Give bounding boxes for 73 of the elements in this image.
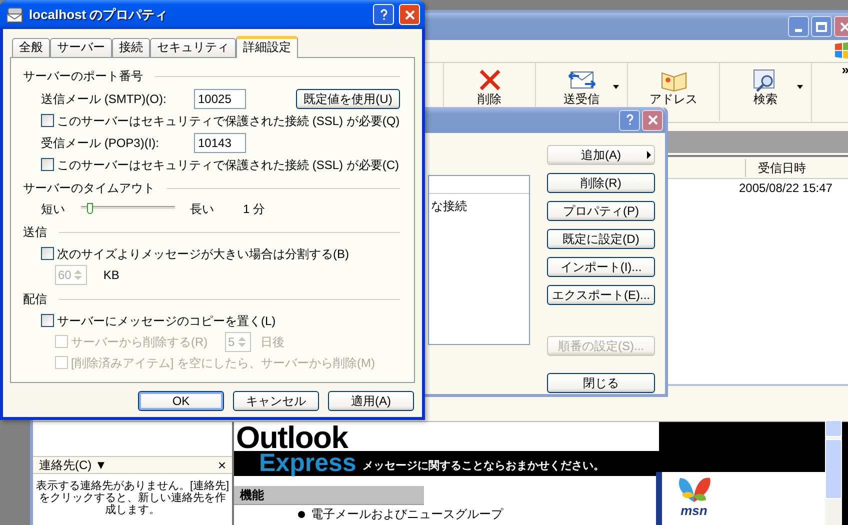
help-button[interactable] (373, 4, 394, 25)
minimize-button[interactable] (788, 16, 809, 37)
default-values-button[interactable]: 既定値を使用(U) (296, 88, 400, 108)
tab[interactable]: 詳細設定 (236, 36, 298, 58)
unit-label: KB (103, 267, 120, 284)
checkbox[interactable] (41, 314, 54, 327)
windows-logo-icon (833, 41, 848, 61)
checkbox[interactable] (41, 247, 54, 260)
unit-label: 日後 (260, 334, 285, 350)
checkbox-label: 次のサイズよりメッセージが大きい場合は分割する(B) (57, 246, 349, 262)
dialog-button[interactable]: エクスポート(E)... (547, 285, 655, 305)
field-label: 受信メール (POP3)(I): (41, 134, 160, 152)
checkbox-label: サーバーにメッセージのコピーを置く(L) (57, 312, 276, 330)
pop3-port-field[interactable]: 10143 (194, 132, 246, 152)
column-header[interactable]: 受信日時 (745, 158, 845, 176)
checkbox-label: このサーバーはセキュリティで保護された接続 (SSL) が必要(C) (57, 156, 399, 174)
tab[interactable]: 接続 (112, 38, 150, 57)
dialog-button[interactable]: プロパティ(P) (547, 201, 655, 221)
section-heading: 配信 (23, 291, 47, 308)
section-heading: サーバーのポート番号 (23, 68, 143, 85)
section-heading: 送信 (23, 224, 47, 241)
checkbox-label: サーバーから削除する(R) (71, 334, 208, 350)
contacts-message: 表示する連絡先がありません。[連絡先] をクリックすると、新しい連絡先を作成します。 (34, 479, 230, 516)
maximize-button[interactable] (811, 16, 832, 37)
msn-logo-text: msn (680, 504, 708, 518)
timeout-value: 1 分 (243, 201, 266, 218)
close-button[interactable]: × (218, 458, 226, 472)
smtp-port-field[interactable]: 10025 (194, 88, 246, 108)
link[interactable]: 電子メールおよびニュースグループ (311, 505, 503, 523)
slider-label: 短い (41, 201, 66, 218)
x-icon (404, 10, 414, 20)
logo-express: Express (259, 451, 356, 476)
scrollbar[interactable] (825, 420, 842, 525)
timeout-slider[interactable] (81, 203, 175, 215)
account-list[interactable]: な接続 (428, 175, 530, 345)
dialog-button[interactable]: OK (138, 391, 224, 411)
list-item[interactable]: な接続 (429, 194, 529, 215)
x-icon (840, 22, 848, 32)
submenu-arrow-icon (647, 151, 651, 159)
checkbox-label: このサーバーはセキュリティで保護された接続 (SSL) が必要(Q) (57, 112, 400, 130)
tab[interactable]: セキュリティ (150, 38, 236, 57)
dialog-button[interactable]: インポート(I)... (547, 257, 655, 277)
dialog-button[interactable]: 削除(R) (547, 173, 655, 193)
question-mark-icon (380, 8, 388, 20)
add-menu-button[interactable]: 追加(A) (547, 145, 655, 165)
dialog-button[interactable]: 適用(A) (328, 391, 414, 411)
window-title: localhost のプロパティ (29, 6, 169, 24)
slider-thumb[interactable] (87, 203, 94, 214)
toolbar-button[interactable]: 検索 (719, 63, 811, 121)
checkbox[interactable] (41, 158, 54, 171)
x-icon (648, 115, 658, 125)
bullet-icon (298, 510, 305, 518)
close-button[interactable] (399, 4, 420, 25)
mail-server-icon (6, 6, 24, 22)
x-mark-icon (478, 68, 502, 92)
tab[interactable]: 全般 (12, 38, 50, 57)
checkbox[interactable] (41, 114, 54, 127)
table-cell-text: 2005/08/22 15:47 (739, 180, 832, 197)
question-mark-icon (626, 114, 634, 126)
slider-label: 長い (190, 201, 215, 218)
checkbox-label: [削除済みアイテム] を空にしたら、サーバーから削除(M) (71, 354, 375, 372)
tab[interactable]: サーバー (50, 38, 112, 57)
dialog-button[interactable]: 閉じる (547, 373, 655, 393)
field-label: 送信メール (SMTP)(O): (41, 90, 168, 108)
help-button[interactable] (619, 110, 640, 130)
section-heading: 機能 (234, 486, 424, 504)
section-heading: サーバーのタイムアウト (23, 180, 155, 197)
contacts-title[interactable]: 連絡先(C) ▼ (39, 456, 107, 474)
dialog-button[interactable]: 既定に設定(D) (547, 229, 655, 249)
tagline: メッセージに関することならおまかせください。 (362, 459, 604, 474)
dialog-button[interactable]: キャンセル (233, 391, 319, 411)
close-button[interactable] (642, 110, 663, 130)
logo-outlook: Outlook (235, 422, 348, 451)
